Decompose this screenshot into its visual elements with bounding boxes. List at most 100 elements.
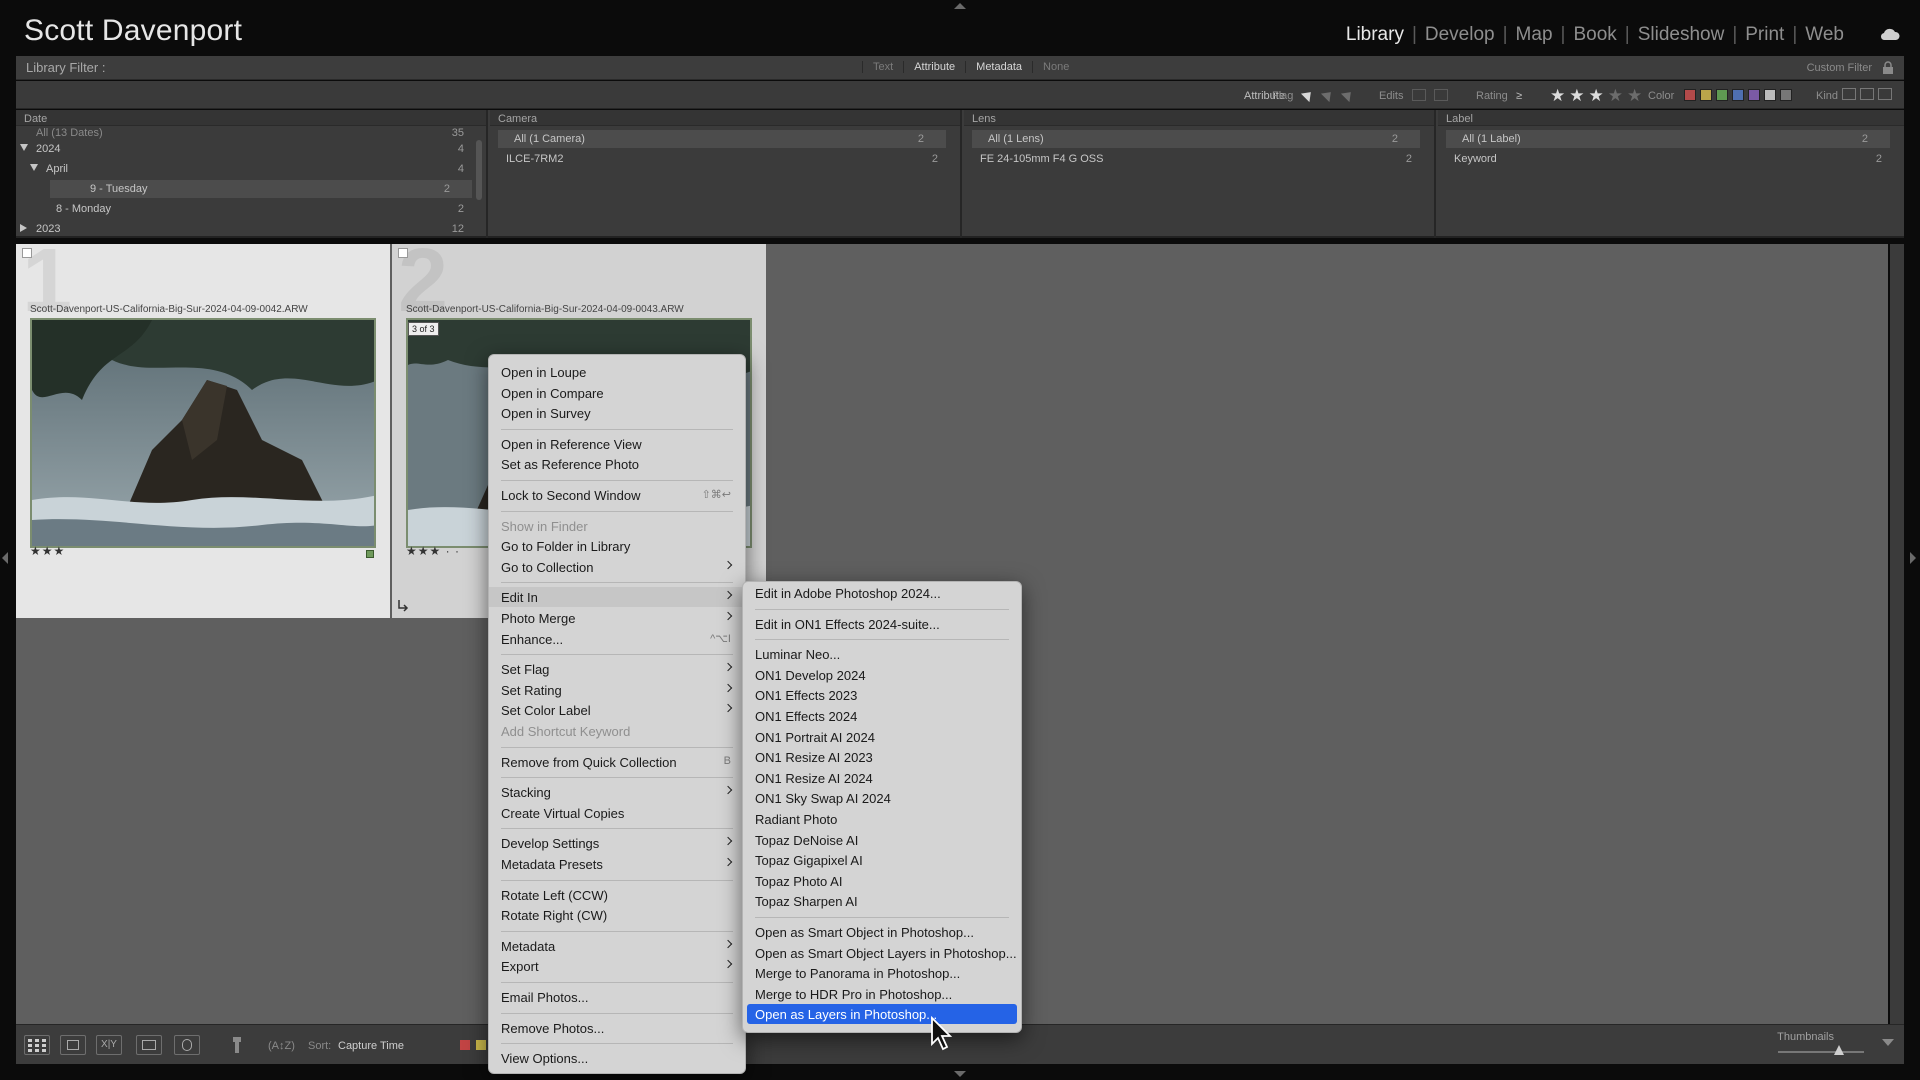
- module-library[interactable]: Library: [1338, 24, 1412, 46]
- menu-item-create-virtual-copies[interactable]: Create Virtual Copies: [489, 803, 745, 823]
- menu-item-edit-in-adobe-photoshop-2024[interactable]: Edit in Adobe Photoshop 2024...: [743, 583, 1021, 603]
- flag-rejected-icon[interactable]: [1340, 87, 1356, 103]
- menu-item-on1-resize-ai-2023[interactable]: ON1 Resize AI 2023: [743, 747, 1021, 767]
- flag-pick-icon[interactable]: [1300, 87, 1316, 103]
- color-swatch[interactable]: [1732, 89, 1744, 101]
- menu-item-metadata-presets[interactable]: Metadata Presets: [489, 854, 745, 874]
- flag-unflagged-icon[interactable]: [1320, 87, 1336, 103]
- module-slideshow[interactable]: Slideshow: [1630, 24, 1733, 46]
- color-swatch[interactable]: [1764, 89, 1776, 101]
- painter-icon[interactable]: [230, 1036, 244, 1054]
- lens-column-header[interactable]: Lens: [964, 110, 1434, 126]
- menu-item-on1-sky-swap-ai-2024[interactable]: ON1 Sky Swap AI 2024: [743, 788, 1021, 808]
- people-view-icon[interactable]: [174, 1035, 200, 1055]
- menu-item-edit-in-on1-effects-2024-suite[interactable]: Edit in ON1 Effects 2024-suite...: [743, 614, 1021, 634]
- menu-item-topaz-photo-ai[interactable]: Topaz Photo AI: [743, 871, 1021, 891]
- bottom-panel-toggle-icon[interactable]: [954, 1071, 966, 1077]
- menu-item-rotate-left-ccw[interactable]: Rotate Left (CCW): [489, 885, 745, 905]
- menu-item-merge-to-hdr-pro-in-photoshop[interactable]: Merge to HDR Pro in Photoshop...: [743, 984, 1021, 1004]
- menu-item-set-as-reference-photo[interactable]: Set as Reference Photo: [489, 454, 745, 474]
- disclosure-expanded-icon[interactable]: [30, 164, 38, 171]
- menu-item-open-as-smart-object-in-photoshop[interactable]: Open as Smart Object in Photoshop...: [743, 922, 1021, 942]
- menu-item-develop-settings[interactable]: Develop Settings: [489, 833, 745, 853]
- kind-virtual-copy-icon[interactable]: [1860, 88, 1874, 100]
- menu-item-go-to-collection[interactable]: Go to Collection: [489, 557, 745, 577]
- cell-select-checkbox[interactable]: [22, 248, 32, 258]
- color-swatch[interactable]: [1716, 89, 1728, 101]
- yellow-label-toggle-icon[interactable]: [476, 1040, 486, 1050]
- camera-column-header[interactable]: Camera: [490, 110, 960, 126]
- date-row[interactable]: 8 - Monday 2: [16, 200, 486, 218]
- date-row[interactable]: April 4: [16, 160, 486, 178]
- menu-item-email-photos[interactable]: Email Photos...: [489, 987, 745, 1007]
- cloud-sync-icon[interactable]: [1880, 27, 1900, 41]
- menu-item-metadata[interactable]: Metadata: [489, 936, 745, 956]
- module-map[interactable]: Map: [1508, 24, 1561, 46]
- menu-item-on1-resize-ai-2024[interactable]: ON1 Resize AI 2024: [743, 768, 1021, 788]
- photo-thumbnail[interactable]: [30, 318, 376, 548]
- filter-tab-none[interactable]: None: [1032, 61, 1079, 73]
- label-row[interactable]: All (1 Label) 2: [1446, 130, 1890, 148]
- color-swatch[interactable]: [1684, 89, 1696, 101]
- grid-view-icon[interactable]: [24, 1035, 50, 1055]
- sort-dropdown[interactable]: Capture Time: [338, 1040, 404, 1052]
- filter-tab-metadata[interactable]: Metadata: [965, 61, 1032, 73]
- menu-item-open-in-loupe[interactable]: Open in Loupe: [489, 362, 745, 382]
- sort-direction-icon[interactable]: (A↕Z): [268, 1037, 298, 1053]
- rating-star-icon[interactable]: ★: [1627, 86, 1642, 106]
- menu-item-remove-from-quick-collection[interactable]: Remove from Quick Collection B: [489, 752, 745, 772]
- rating-stars[interactable]: ★ ★ ★ ★ ★: [1550, 86, 1642, 106]
- menu-item-topaz-sharpen-ai[interactable]: Topaz Sharpen AI: [743, 891, 1021, 911]
- disclosure-expanded-icon[interactable]: [20, 144, 28, 151]
- color-swatch[interactable]: [1700, 89, 1712, 101]
- lens-row[interactable]: All (1 Lens) 2: [972, 130, 1420, 148]
- menu-item-radiant-photo[interactable]: Radiant Photo: [743, 809, 1021, 829]
- label-row[interactable]: Keyword 2: [1438, 150, 1904, 168]
- survey-view-icon[interactable]: [136, 1035, 162, 1055]
- menu-item-set-flag[interactable]: Set Flag: [489, 659, 745, 679]
- menu-item-export[interactable]: Export: [489, 956, 745, 976]
- cell-rating-stars[interactable]: ★★★ · ·: [406, 544, 460, 558]
- thumbnail-size-slider[interactable]: [1778, 1051, 1864, 1053]
- menu-item-open-as-layers-in-photoshop[interactable]: Open as Layers in Photoshop...: [747, 1004, 1017, 1025]
- label-column-header[interactable]: Label: [1438, 110, 1904, 126]
- top-panel-toggle-icon[interactable]: [954, 3, 966, 9]
- rating-operator[interactable]: ≥: [1516, 90, 1522, 102]
- rotate-icon[interactable]: [396, 598, 410, 612]
- menu-item-open-as-smart-object-layers-in-photoshop[interactable]: Open as Smart Object Layers in Photoshop…: [743, 943, 1021, 963]
- color-swatch[interactable]: [1748, 89, 1760, 101]
- menu-item-open-in-reference-view[interactable]: Open in Reference View: [489, 434, 745, 454]
- module-print[interactable]: Print: [1737, 24, 1792, 46]
- menu-item-luminar-neo[interactable]: Luminar Neo...: [743, 644, 1021, 664]
- lock-icon[interactable]: [1882, 61, 1894, 74]
- menu-item-go-to-folder-in-library[interactable]: Go to Folder in Library: [489, 536, 745, 556]
- menu-item-topaz-gigapixel-ai[interactable]: Topaz Gigapixel AI: [743, 850, 1021, 870]
- menu-item-edit-in[interactable]: Edit In: [489, 587, 745, 608]
- lens-row[interactable]: FE 24-105mm F4 G OSS 2: [964, 150, 1434, 168]
- filter-tab-text[interactable]: Text: [862, 61, 903, 73]
- rating-star-icon[interactable]: ★: [1608, 86, 1623, 106]
- date-row[interactable]: 2024 4: [16, 140, 486, 158]
- loupe-view-icon[interactable]: [60, 1035, 86, 1055]
- menu-item-on1-develop-2024[interactable]: ON1 Develop 2024: [743, 665, 1021, 685]
- menu-item-merge-to-panorama-in-photoshop[interactable]: Merge to Panorama in Photoshop...: [743, 963, 1021, 983]
- unedited-filter-icon[interactable]: [1434, 89, 1448, 101]
- color-swatch[interactable]: [1780, 89, 1792, 101]
- rating-star-icon[interactable]: ★: [1569, 86, 1584, 106]
- kind-master-icon[interactable]: [1842, 88, 1856, 100]
- menu-item-open-in-survey[interactable]: Open in Survey: [489, 403, 745, 423]
- menu-item-topaz-denoise-ai[interactable]: Topaz DeNoise AI: [743, 830, 1021, 850]
- cell-select-checkbox[interactable]: [398, 248, 408, 258]
- cell-rating-stars[interactable]: ★★★: [30, 544, 65, 558]
- date-row[interactable]: 9 - Tuesday 2: [50, 180, 472, 198]
- menu-item-open-in-compare[interactable]: Open in Compare: [489, 383, 745, 403]
- module-book[interactable]: Book: [1565, 24, 1624, 46]
- grid-cell-1[interactable]: 1 Scott-Davenport-US-California-Big-Sur-…: [16, 231, 390, 618]
- menu-item-view-options[interactable]: View Options...: [489, 1048, 745, 1068]
- module-web[interactable]: Web: [1797, 24, 1852, 46]
- stack-count-badge[interactable]: 3 of 3: [408, 322, 439, 336]
- menu-item-on1-effects-2024[interactable]: ON1 Effects 2024: [743, 706, 1021, 726]
- custom-filter-dropdown[interactable]: Custom Filter: [1807, 62, 1872, 74]
- menu-item-rotate-right-cw[interactable]: Rotate Right (CW): [489, 905, 745, 925]
- menu-item-set-color-label[interactable]: Set Color Label: [489, 700, 745, 720]
